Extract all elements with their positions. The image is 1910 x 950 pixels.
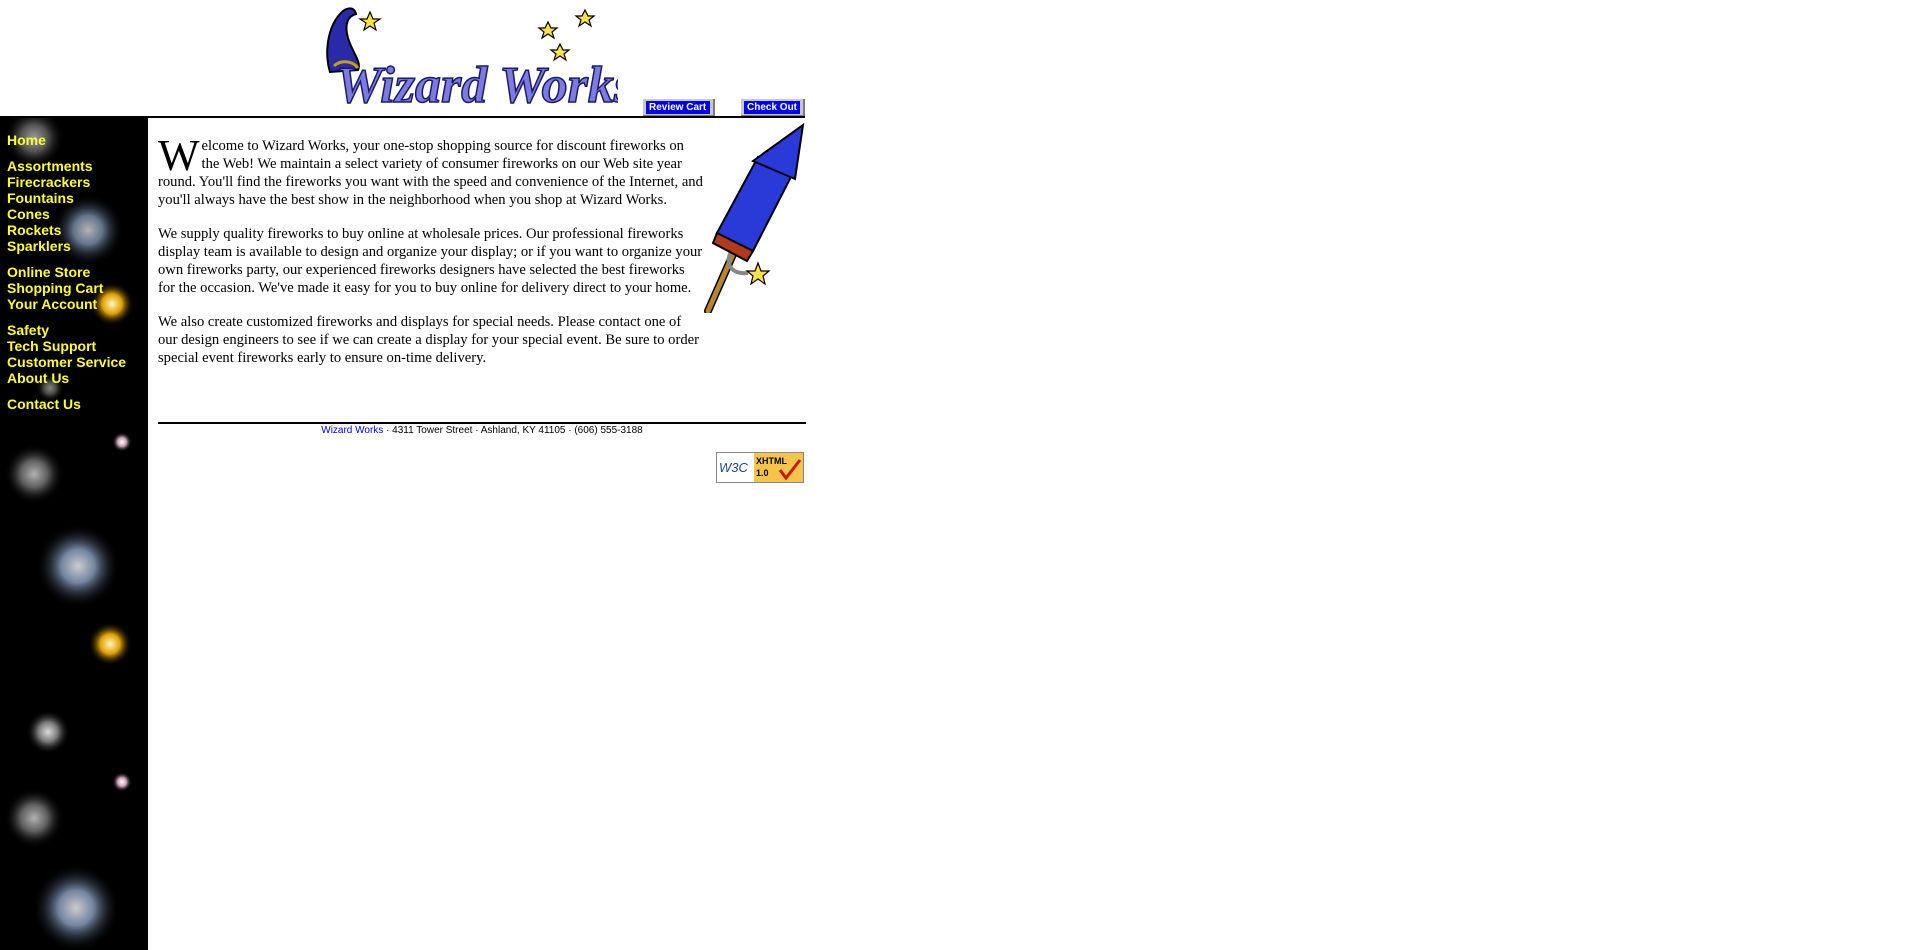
footer-address: · 4311 Tower Street · Ashland, KY 41105 …: [383, 425, 643, 436]
nav-customer-service[interactable]: Customer Service: [7, 354, 126, 370]
w3c-xhtml-badge[interactable]: W3C XHTML 1.0: [716, 452, 804, 483]
nav-assortments[interactable]: Assortments: [7, 158, 126, 174]
nav-your-account[interactable]: Your Account: [7, 296, 126, 312]
services-paragraph: We supply quality fireworks to buy onlin…: [158, 226, 703, 296]
nav-online-store[interactable]: Online Store: [7, 264, 126, 280]
nav-home[interactable]: Home: [7, 132, 126, 148]
wizard-works-logo: Wizard Works: [326, 7, 618, 112]
main-nav: Home Assortments Firecrackers Fountains …: [7, 132, 126, 412]
nav-about-us[interactable]: About Us: [7, 370, 126, 386]
footer-company-link[interactable]: Wizard Works: [321, 425, 383, 436]
custom-displays-paragraph: We also create customized fireworks and …: [158, 314, 699, 366]
check-out-label: Check Out: [744, 101, 800, 114]
sidebar: Home Assortments Firecrackers Fountains …: [0, 118, 148, 950]
svg-text:1.0: 1.0: [756, 468, 769, 478]
intro-text: elcome to Wizard Works, your one-stop sh…: [158, 138, 703, 208]
nav-cones[interactable]: Cones: [7, 206, 126, 222]
nav-contact-us[interactable]: Contact Us: [7, 396, 126, 412]
drop-cap: W: [158, 131, 200, 180]
footer-divider: [158, 422, 806, 424]
review-cart-button[interactable]: Review Cart: [643, 99, 715, 117]
nav-tech-support[interactable]: Tech Support: [7, 338, 126, 354]
check-out-button[interactable]: Check Out: [741, 99, 805, 117]
rocket-icon: [704, 123, 805, 313]
page-header: Wizard Works Review Cart Check Out: [0, 0, 805, 118]
main-content: Welcome to Wizard Works, your one-stop s…: [158, 120, 806, 383]
svg-text:Wizard Works: Wizard Works: [336, 57, 618, 112]
intro-paragraph: Welcome to Wizard Works, your one-stop s…: [158, 120, 703, 209]
nav-rockets[interactable]: Rockets: [7, 222, 126, 238]
nav-fountains[interactable]: Fountains: [7, 190, 126, 206]
nav-sparklers[interactable]: Sparklers: [7, 238, 126, 254]
svg-text:XHTML: XHTML: [756, 456, 787, 466]
nav-firecrackers[interactable]: Firecrackers: [7, 174, 126, 190]
review-cart-label: Review Cart: [646, 101, 710, 114]
nav-shopping-cart[interactable]: Shopping Cart: [7, 280, 126, 296]
nav-safety[interactable]: Safety: [7, 322, 126, 338]
page-footer: Wizard Works · 4311 Tower Street · Ashla…: [158, 425, 806, 436]
svg-text:W3C: W3C: [719, 460, 749, 475]
